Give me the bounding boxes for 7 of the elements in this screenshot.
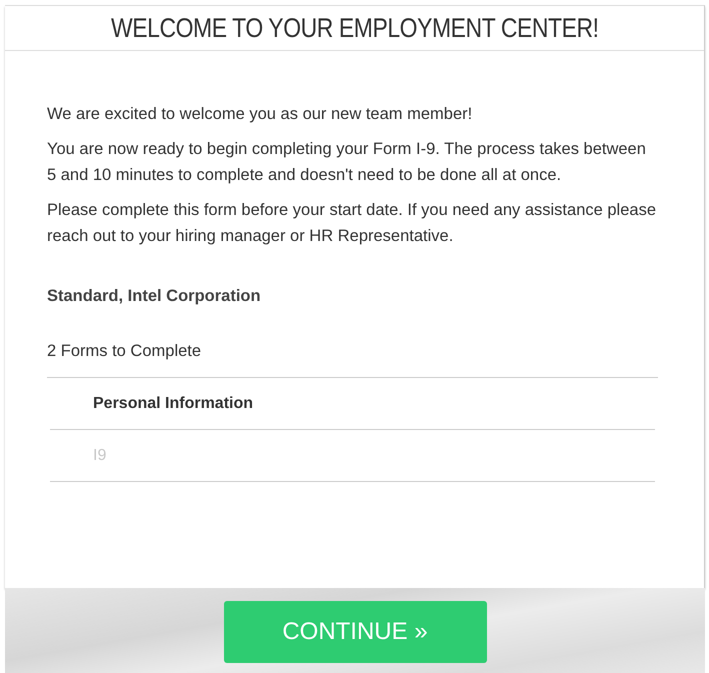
form-list-item[interactable]: Personal Information [50,378,655,430]
intro-paragraph: You are now ready to begin completing your Form I-9. The process takes between 5 and 10 minutes to complete and doesn't need to be done all at once. [47,139,647,186]
page-title: WELCOME TO YOUR EMPLOYMENT CENTER! [110,12,598,44]
intro-paragraph: We are excited to welcome you as our new team member! [47,104,474,125]
forms-count: 2 Forms to Complete [47,342,658,378]
intro-paragraph: Please complete this form before your start date. If you need any assistance please reach out to your hiring manager or HR Representative. [47,200,658,247]
company-name: Standard, Intel Corporation [47,287,262,306]
